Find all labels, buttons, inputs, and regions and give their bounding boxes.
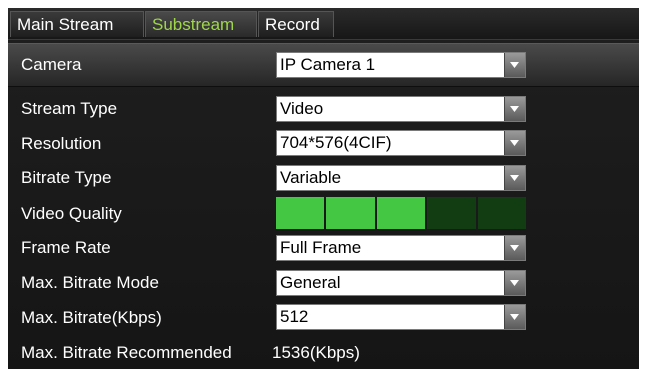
frame-rate-label: Frame Rate [21,238,111,257]
video-quality-label: Video Quality [21,204,122,223]
max-bitrate-recommended-label: Max. Bitrate Recommended [21,343,232,362]
chevron-down-icon[interactable] [504,305,525,329]
bitrate-type-select[interactable]: Variable [276,165,526,191]
camera-label: Camera [21,55,82,74]
video-quality-meter[interactable] [276,197,527,229]
tab-bar: Main Stream Substream Record [8,8,639,40]
quality-segment[interactable] [326,197,375,229]
resolution-label: Resolution [21,134,102,153]
stream-type-value: Video [280,99,324,118]
resolution-value: 704*576(4CIF) [280,133,392,152]
quality-segment[interactable] [376,197,426,229]
frame-rate-select[interactable]: Full Frame [276,235,526,261]
quality-segment[interactable] [477,197,527,229]
quality-segment[interactable] [276,197,325,229]
chevron-down-icon[interactable] [504,166,525,190]
max-bitrate-mode-label: Max. Bitrate Mode [21,273,159,292]
tab-substream[interactable]: Substream [145,11,257,37]
camera-select[interactable]: IP Camera 1 [276,52,526,78]
camera-row: Camera IP Camera 1 [8,43,639,87]
max-bitrate-value: 512 [280,307,309,326]
stream-type-select[interactable]: Video [276,96,526,122]
stream-type-label: Stream Type [21,99,118,118]
bitrate-type-label: Bitrate Type [21,168,112,187]
max-bitrate-recommended-value: 1536(Kbps) [272,343,360,362]
chevron-down-icon[interactable] [504,131,525,155]
chevron-down-icon[interactable] [504,97,525,121]
camera-select-value: IP Camera 1 [280,55,376,74]
stream-settings-panel: Main Stream Substream Record Camera IP C… [8,8,639,369]
bitrate-type-value: Variable [280,168,342,187]
tab-main-stream[interactable]: Main Stream [10,11,144,37]
chevron-down-icon[interactable] [504,53,525,77]
chevron-down-icon[interactable] [504,236,525,260]
max-bitrate-select[interactable]: 512 [276,304,526,330]
frame-rate-value: Full Frame [280,238,362,257]
max-bitrate-mode-value: General [280,273,341,292]
tab-record[interactable]: Record [258,11,334,37]
max-bitrate-mode-select[interactable]: General [276,270,526,296]
quality-segment[interactable] [427,197,476,229]
chevron-down-icon[interactable] [504,271,525,295]
max-bitrate-label: Max. Bitrate(Kbps) [21,308,162,327]
resolution-select[interactable]: 704*576(4CIF) [276,130,526,156]
